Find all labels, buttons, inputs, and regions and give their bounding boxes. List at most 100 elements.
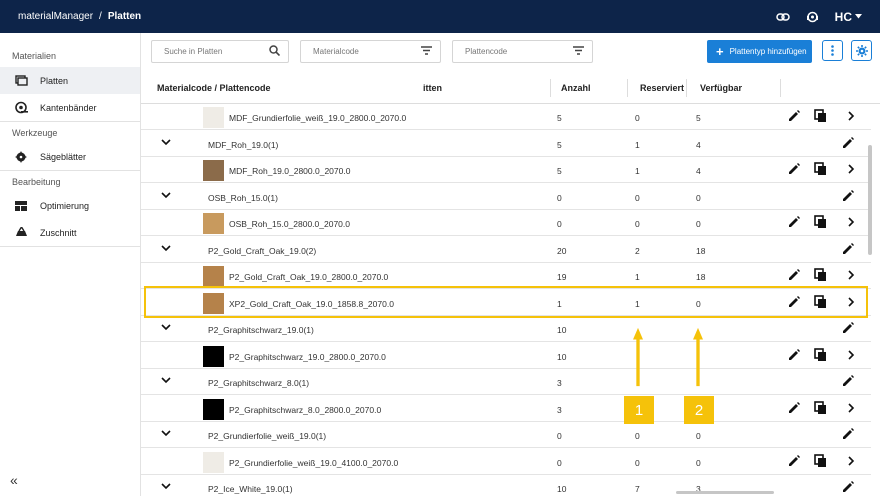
edit-button[interactable] [841, 374, 855, 388]
layout-icon [14, 199, 28, 213]
support-headset-icon[interactable] [806, 10, 819, 23]
expand-chevron[interactable] [161, 376, 171, 386]
column-header-count[interactable]: Anzahl [561, 83, 591, 93]
table-row[interactable]: P2_Grundierfolie_weiß_19.0_4100.0_2070.0… [141, 449, 871, 475]
column-header-reserved[interactable]: Reserviert [640, 83, 684, 93]
group-row[interactable]: P2_Grundierfolie_weiß_19.0(1) 0 0 0 [141, 422, 871, 448]
material-swatch [203, 160, 224, 181]
cell-code: P2_Graphitschwarz_8.0(1) [208, 378, 310, 388]
edit-button[interactable] [787, 454, 801, 468]
edit-button[interactable] [787, 268, 801, 282]
edit-button[interactable] [787, 348, 801, 362]
table-row[interactable]: MDF_Roh_19.0_2800.0_2070.0 5 1 4 [141, 157, 871, 183]
copy-button[interactable] [814, 453, 828, 468]
table-row[interactable]: OSB_Roh_15.0_2800.0_2070.0 0 0 0 [141, 210, 871, 236]
cell-count: 3 [557, 378, 562, 388]
copy-button[interactable] [814, 268, 828, 282]
sidebar-item-zuschnitt[interactable]: Zuschnitt [0, 219, 140, 246]
column-separator [550, 79, 551, 97]
group-row[interactable]: P2_Graphitschwarz_8.0(1) 3 [141, 369, 871, 395]
group-row[interactable]: P2_Graphitschwarz_19.0(1) 10 [141, 316, 871, 342]
pencil-icon [843, 428, 854, 439]
expand-chevron[interactable] [161, 138, 171, 148]
horizontal-scrollbar[interactable] [676, 491, 774, 494]
column-header-available[interactable]: Verfügbar [700, 83, 742, 93]
open-button[interactable] [844, 162, 858, 176]
edit-button[interactable] [787, 109, 801, 123]
open-button[interactable] [844, 454, 858, 468]
search-input[interactable]: Suche in Platten [151, 40, 289, 63]
copy-button[interactable] [814, 162, 828, 176]
chevron-down-icon [161, 430, 171, 437]
expand-chevron[interactable] [161, 429, 171, 439]
pencil-icon [789, 454, 800, 466]
collapse-sidebar-button[interactable]: « [10, 472, 18, 488]
cell-count: 20 [557, 245, 567, 256]
copy-icon [814, 453, 826, 467]
copy-button[interactable] [814, 400, 828, 415]
link-icon[interactable] [775, 12, 790, 22]
expand-chevron[interactable] [161, 191, 171, 201]
open-button[interactable] [844, 268, 858, 282]
edit-button[interactable] [841, 427, 855, 441]
sidebar-item-saegeblaetter[interactable]: Sägeblätter [0, 143, 140, 170]
group-row[interactable]: MDF_Roh_19.0(1) 5 1 4 [141, 131, 871, 157]
chevron-down-icon [161, 138, 171, 145]
edit-button[interactable] [787, 215, 801, 229]
cell-available: 0 [696, 219, 701, 229]
edit-button[interactable] [787, 401, 801, 415]
cell-count: 5 [557, 166, 562, 176]
edit-button[interactable] [841, 480, 855, 494]
add-plattentyp-button[interactable]: + Plattentyp hinzufügen [707, 40, 812, 63]
group-row[interactable]: P2_Gold_Craft_Oak_19.0(2) 20 2 18 [141, 237, 871, 263]
table-row[interactable]: MDF_Grundierfolie_weiß_19.0_2800.0_2070.… [141, 104, 871, 130]
copy-button[interactable] [814, 109, 828, 123]
group-row[interactable]: OSB_Roh_15.0(1) 0 0 0 [141, 184, 871, 210]
edit-button[interactable] [841, 189, 855, 203]
sidebar-section-werkzeuge: Werkzeuge [0, 121, 140, 143]
cell-reserved: 0 [635, 431, 640, 441]
expand-chevron[interactable] [161, 482, 171, 492]
copy-button[interactable] [814, 215, 828, 229]
pencil-icon [843, 481, 854, 492]
settings-button[interactable] [851, 40, 872, 61]
more-options-button[interactable] [822, 40, 843, 61]
cell-count: 10 [557, 484, 567, 494]
edit-button[interactable] [841, 321, 855, 335]
cell-available: 18 [696, 272, 706, 282]
copy-icon [814, 215, 826, 228]
open-button[interactable] [844, 215, 858, 229]
expand-chevron[interactable] [161, 323, 171, 333]
sidebar-item-kantenbaender[interactable]: Kantenbänder [0, 94, 140, 121]
chevron-down-icon [161, 483, 171, 490]
tape-roll-icon [14, 101, 28, 115]
brand-logo-menu[interactable]: HC [835, 10, 862, 24]
vertical-scrollbar[interactable] [868, 145, 872, 255]
copy-button[interactable] [814, 347, 828, 362]
materialcode-filter[interactable]: Materialcode [300, 40, 441, 63]
material-swatch [203, 345, 224, 367]
edit-button[interactable] [841, 136, 855, 150]
edit-button[interactable] [787, 162, 801, 176]
edit-button[interactable] [841, 242, 855, 256]
table-row[interactable]: P2_Graphitschwarz_19.0_2800.0_2070.0 10 [141, 343, 871, 369]
plattencode-filter[interactable]: Plattencode [452, 40, 593, 63]
cell-reserved: 0 [635, 457, 640, 468]
expand-chevron[interactable] [161, 244, 171, 254]
breadcrumb-app[interactable]: materialManager [18, 11, 93, 22]
sidebar-item-platten[interactable]: Platten [0, 67, 140, 94]
open-button[interactable] [844, 401, 858, 415]
open-button[interactable] [844, 348, 858, 362]
sidebar-item-optimierung[interactable]: Optimierung [0, 192, 140, 219]
open-button[interactable] [844, 109, 858, 123]
cell-code: P2_Graphitschwarz_19.0(1) [208, 325, 314, 335]
breadcrumb-separator: / [99, 11, 102, 22]
table-row[interactable]: P2_Graphitschwarz_8.0_2800.0_2070.0 3 [141, 396, 871, 422]
callout-1: 1 [624, 396, 654, 424]
column-header-partial[interactable]: itten [423, 83, 442, 93]
cell-reserved: 0 [635, 192, 640, 203]
cell-code: P2_Ice_White_19.0(1) [208, 484, 293, 494]
arrow-up-2 [693, 327, 703, 387]
column-header-code[interactable]: Materialcode / Plattencode [157, 83, 271, 93]
copy-icon [814, 162, 826, 175]
